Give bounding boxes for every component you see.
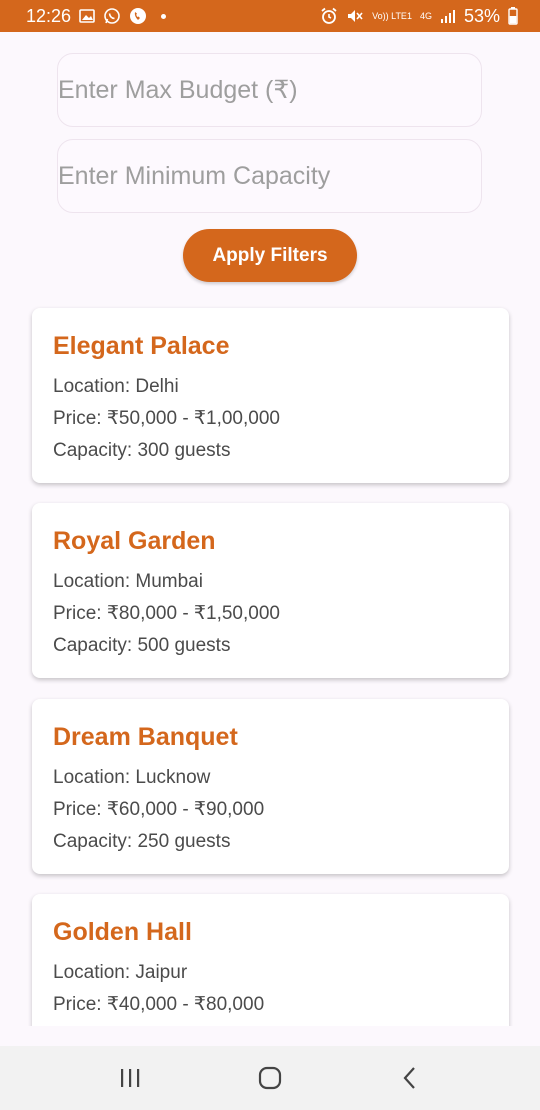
min-capacity-field[interactable] — [57, 139, 482, 213]
gallery-icon — [79, 9, 95, 23]
venue-card[interactable]: Golden Hall Location: Jaipur Price: ₹40,… — [32, 894, 509, 1026]
venue-price: Price: ₹60,000 - ₹90,000 — [53, 799, 265, 820]
status-bar: 12:26 Vo)) LTE1 4G 53% — [0, 0, 540, 32]
venue-card[interactable]: Dream Banquet Location: Lucknow Price: ₹… — [32, 699, 509, 874]
venue-name: Royal Garden — [53, 527, 216, 555]
alarm-icon — [320, 7, 338, 25]
venue-capacity: Capacity: 500 guests — [53, 635, 231, 656]
status-left: 12:26 — [26, 5, 167, 27]
venue-card[interactable]: Royal Garden Location: Mumbai Price: ₹80… — [32, 503, 509, 678]
max-budget-input[interactable] — [58, 54, 481, 126]
venue-card[interactable]: Elegant Palace Location: Delhi Price: ₹5… — [32, 308, 509, 483]
venue-capacity: Capacity: 250 guests — [53, 831, 231, 852]
back-button[interactable] — [380, 1053, 440, 1103]
apply-filters-button[interactable]: Apply Filters — [183, 229, 357, 282]
venue-price: Price: ₹50,000 - ₹1,00,000 — [53, 408, 280, 429]
venue-name: Elegant Palace — [53, 332, 230, 360]
volte-label: Vo)) LTE1 — [372, 10, 412, 21]
battery-icon — [508, 7, 518, 25]
back-icon — [402, 1066, 418, 1090]
home-icon — [258, 1066, 282, 1090]
venue-price: Price: ₹40,000 - ₹80,000 — [53, 994, 265, 1015]
recent-apps-icon — [119, 1068, 141, 1088]
status-time: 12:26 — [26, 5, 72, 26]
signal-icon — [440, 9, 456, 23]
network-type: 4G — [419, 10, 432, 21]
venue-price: Price: ₹80,000 - ₹1,50,000 — [53, 603, 280, 624]
home-button[interactable] — [240, 1053, 300, 1103]
venue-list-screen[interactable]: Apply Filters Elegant Palace Location: D… — [0, 32, 540, 1026]
venue-location: Location: Delhi — [53, 376, 179, 397]
min-capacity-input[interactable] — [58, 140, 481, 212]
venue-name: Dream Banquet — [53, 723, 238, 751]
system-nav-bar — [0, 1046, 540, 1110]
battery-percent: 53% — [463, 5, 500, 26]
status-right: Vo)) LTE1 4G 53% — [320, 6, 518, 27]
mute-icon — [346, 7, 364, 25]
venue-name: Golden Hall — [53, 918, 192, 946]
max-budget-field[interactable] — [57, 53, 482, 127]
venue-location: Location: Mumbai — [53, 571, 203, 592]
venue-location: Location: Lucknow — [53, 767, 211, 788]
venue-capacity: Capacity: 300 guests — [53, 440, 231, 461]
call-app-icon — [129, 7, 147, 25]
recent-apps-button[interactable] — [100, 1053, 160, 1103]
whatsapp-icon — [103, 7, 121, 25]
notification-dot — [161, 13, 167, 19]
venue-location: Location: Jaipur — [53, 962, 188, 983]
